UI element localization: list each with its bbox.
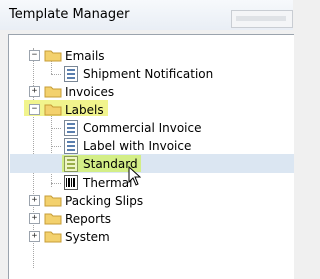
- folder-icon: [44, 195, 62, 207]
- tree-item-label: Invoices: [65, 85, 115, 99]
- tree-item-standard[interactable]: Standard: [9, 155, 294, 173]
- tree-item-label: Thermal: [83, 176, 133, 190]
- tree-item-invoices[interactable]: + Invoices: [9, 83, 294, 101]
- window-title: Template Manager: [9, 7, 130, 22]
- tree-item-label: System: [65, 230, 110, 244]
- collapse-toggle[interactable]: −: [29, 104, 40, 115]
- tree-item-thermal[interactable]: Thermal: [9, 174, 294, 192]
- background-control: [231, 10, 293, 28]
- title-bar[interactable]: Template Manager: [0, 0, 293, 30]
- expand-toggle[interactable]: +: [29, 231, 40, 242]
- tree-item-label-with-invoice[interactable]: Label with Invoice: [9, 137, 294, 155]
- template-icon: [64, 120, 78, 136]
- barcode-icon: [64, 175, 78, 190]
- collapse-toggle[interactable]: −: [29, 50, 40, 61]
- template-icon: [64, 138, 78, 154]
- folder-icon: [44, 86, 62, 98]
- template-icon: [64, 66, 78, 82]
- expand-toggle[interactable]: +: [29, 86, 40, 97]
- tree-item-label: Packing Slips: [65, 194, 144, 208]
- tree-item-packing-slips[interactable]: + Packing Slips: [9, 192, 294, 210]
- tree-item-label: Emails: [65, 49, 105, 63]
- folder-icon: [44, 213, 62, 225]
- tree-item-label: Commercial Invoice: [83, 121, 202, 135]
- mouse-cursor-icon: [128, 166, 141, 186]
- folder-open-icon: [44, 104, 62, 116]
- tree-item-system[interactable]: + System: [9, 228, 294, 246]
- folder-open-icon: [44, 50, 62, 62]
- tree-item-label: Reports: [65, 212, 112, 226]
- tree-item-reports[interactable]: + Reports: [9, 210, 294, 228]
- label-template-icon: [64, 156, 78, 172]
- tree-item-label: Shipment Notification: [83, 67, 214, 81]
- folder-icon: [44, 231, 62, 243]
- template-tree[interactable]: − Emails Shipment Notification + Invoice…: [8, 34, 294, 279]
- tree-item-shipment-notification[interactable]: Shipment Notification: [9, 65, 294, 83]
- expand-toggle[interactable]: +: [29, 213, 40, 224]
- expand-toggle[interactable]: +: [29, 195, 40, 206]
- tree-item-label: Label with Invoice: [83, 139, 192, 153]
- tree-item-label: Labels: [65, 103, 104, 117]
- tree-item-labels[interactable]: − Labels: [9, 101, 294, 119]
- tree-item-emails[interactable]: − Emails: [9, 47, 294, 65]
- tree-item-commercial-invoice[interactable]: Commercial Invoice: [9, 119, 294, 137]
